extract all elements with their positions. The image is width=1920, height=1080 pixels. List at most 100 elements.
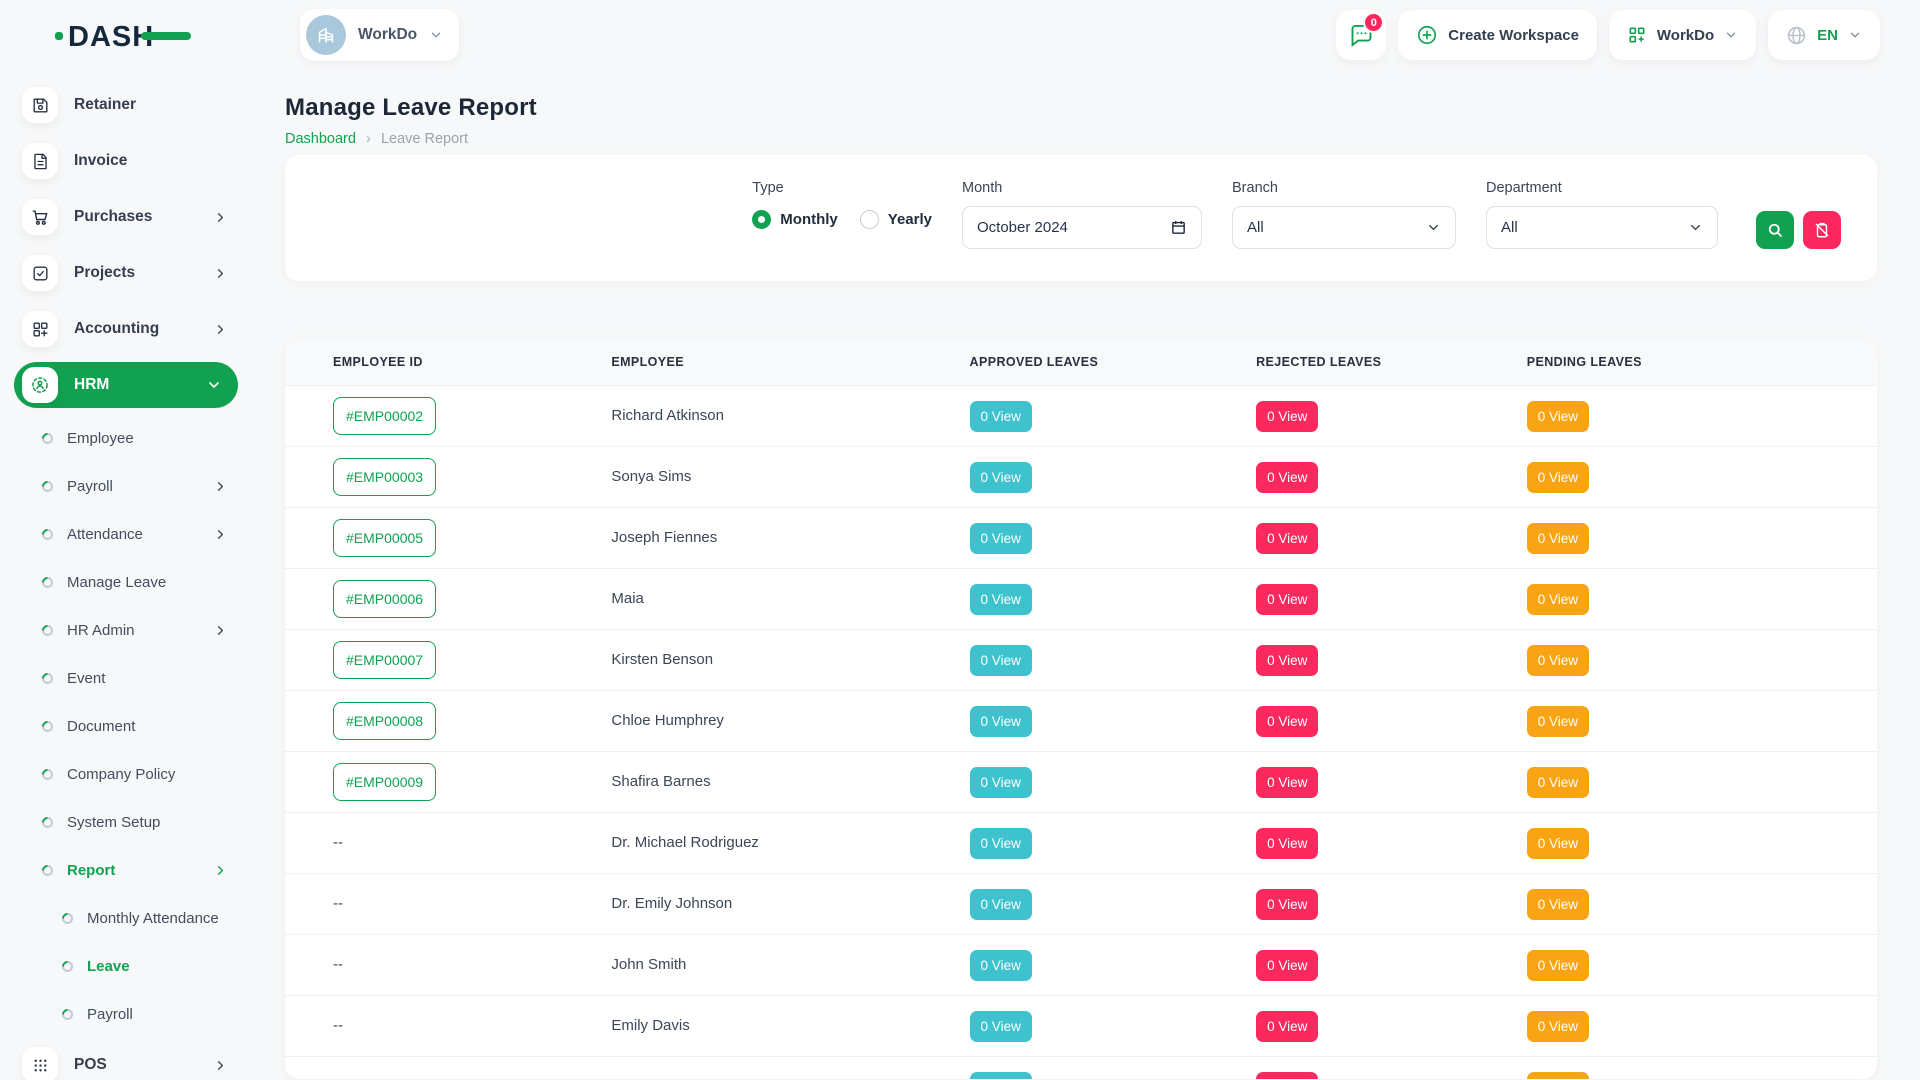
radio-unchecked-icon[interactable] [860, 210, 879, 229]
sidebar-item-projects[interactable]: Projects [22, 250, 230, 296]
sidebar-subitem-report[interactable]: Report [22, 850, 230, 890]
rejected-leaves-view-badge[interactable]: 0 View [1256, 1072, 1318, 1080]
reset-button[interactable] [1803, 211, 1841, 249]
approved-leaves-view-badge[interactable]: 0 View [970, 1011, 1032, 1042]
employee-id-cell: #EMP00006 [285, 580, 611, 618]
month-value: October 2024 [977, 219, 1170, 236]
sidebar-subitem-document[interactable]: Document [22, 706, 230, 746]
approved-leaves-view-badge[interactable]: 0 View [970, 462, 1032, 493]
sidebar-item-accounting[interactable]: Accounting [22, 306, 230, 352]
pending-leaves-view-badge[interactable]: 0 View [1527, 1072, 1589, 1080]
bullet-icon [40, 766, 56, 782]
employee-id-button[interactable]: #EMP00006 [333, 580, 436, 618]
rejected-leaves-view-badge[interactable]: 0 View [1256, 950, 1318, 981]
radio-yearly[interactable]: Yearly [860, 210, 932, 229]
topbar: DASH WorkDo 0 [0, 0, 1920, 70]
sidebar-item-invoice[interactable]: Invoice [22, 138, 230, 184]
radio-monthly[interactable]: Monthly [752, 210, 838, 229]
language-selector[interactable]: EN [1768, 10, 1880, 60]
sidebar-subitem-attendance[interactable]: Attendance [22, 514, 230, 554]
rejected-leaves-view-badge[interactable]: 0 View [1256, 584, 1318, 615]
sidebar-item-label: Retainer [74, 96, 230, 114]
rejected-leaves-view-badge[interactable]: 0 View [1256, 462, 1318, 493]
bullet-icon [40, 622, 56, 638]
rejected-leaves-view-badge[interactable]: 0 View [1256, 828, 1318, 859]
rejected-leaves-view-badge[interactable]: 0 View [1256, 767, 1318, 798]
sidebar-subitem-hr-admin[interactable]: HR Admin [22, 610, 230, 650]
employee-id-button[interactable]: #EMP00002 [333, 397, 436, 435]
approved-leaves-view-badge[interactable]: 0 View [970, 1072, 1032, 1080]
workdo-menu-button[interactable]: WorkDo [1609, 10, 1756, 60]
department-label: Department [1486, 180, 1718, 196]
sidebar-item-hrm[interactable]: HRM [14, 362, 238, 408]
pending-leaves-view-badge[interactable]: 0 View [1527, 767, 1589, 798]
pending-leaves-view-badge[interactable]: 0 View [1527, 645, 1589, 676]
sidebar-subitem-leave[interactable]: Leave [22, 946, 230, 986]
messages-button[interactable]: 0 [1336, 10, 1386, 60]
department-select[interactable]: All [1486, 206, 1718, 249]
calendar-icon[interactable] [1170, 219, 1187, 236]
sidebar-subitem-event[interactable]: Event [22, 658, 230, 698]
search-button[interactable] [1756, 211, 1794, 249]
approved-leaves-view-badge[interactable]: 0 View [970, 828, 1032, 859]
branch-select[interactable]: All [1232, 206, 1456, 249]
approved-leaves-view-badge[interactable]: 0 View [970, 706, 1032, 737]
pending-leaves-view-badge[interactable]: 0 View [1527, 706, 1589, 737]
employee-id-button[interactable]: #EMP00008 [333, 702, 436, 740]
employee-id-cell: -- [285, 956, 611, 974]
radio-checked-icon[interactable] [752, 210, 771, 229]
bullet-icon [40, 574, 56, 590]
approved-leaves-view-badge[interactable]: 0 View [970, 950, 1032, 981]
employee-name: Joseph Fiennes [611, 529, 717, 546]
sidebar-subitem-manage-leave[interactable]: Manage Leave [22, 562, 230, 602]
leave-report-table: EMPLOYEE ID EMPLOYEE APPROVED LEAVES REJ… [285, 339, 1877, 1079]
approved-leaves-view-badge[interactable]: 0 View [970, 767, 1032, 798]
employee-id-button[interactable]: #EMP00005 [333, 519, 436, 557]
rejected-leaves-view-badge[interactable]: 0 View [1256, 523, 1318, 554]
radio-yearly-label: Yearly [888, 211, 932, 228]
approved-leaves-view-badge[interactable]: 0 View [970, 584, 1032, 615]
sidebar-subitem-label: Attendance [67, 526, 213, 543]
pending-leaves-view-badge[interactable]: 0 View [1527, 889, 1589, 920]
pending-leaves-view-badge[interactable]: 0 View [1527, 462, 1589, 493]
sidebar-subitem-employee[interactable]: Employee [22, 418, 230, 458]
rejected-leaves-view-badge[interactable]: 0 View [1256, 645, 1318, 676]
approved-leaves-view-badge[interactable]: 0 View [970, 523, 1032, 554]
sidebar-subitem-payroll[interactable]: Payroll [22, 994, 230, 1034]
sidebar-subitem-system-setup[interactable]: System Setup [22, 802, 230, 842]
pending-leaves-view-badge[interactable]: 0 View [1527, 401, 1589, 432]
bullet-icon [40, 862, 56, 878]
pending-leaves-view-badge[interactable]: 0 View [1527, 1011, 1589, 1042]
cart-icon [22, 199, 58, 235]
bullet-icon [40, 670, 56, 686]
approved-leaves-view-badge[interactable]: 0 View [970, 889, 1032, 920]
create-workspace-button[interactable]: Create Workspace [1398, 10, 1597, 60]
employee-id-button[interactable]: #EMP00009 [333, 763, 436, 801]
employee-name-cell: Maia [611, 590, 969, 608]
approved-leaves-view-badge[interactable]: 0 View [970, 401, 1032, 432]
month-input[interactable]: October 2024 [962, 206, 1202, 249]
sidebar-subitem-label: Document [67, 718, 230, 735]
rejected-leaves-view-badge[interactable]: 0 View [1256, 1011, 1318, 1042]
pending-leaves-view-badge[interactable]: 0 View [1527, 584, 1589, 615]
employee-name: Dr. Emily Johnson [611, 895, 732, 912]
sidebar-item-purchases[interactable]: Purchases [22, 194, 230, 240]
sidebar-subitem-monthly-attendance[interactable]: Monthly Attendance [22, 898, 230, 938]
sidebar-subitem-payroll[interactable]: Payroll [22, 466, 230, 506]
pos-grid-icon [22, 1047, 58, 1080]
sidebar-subitem-company-policy[interactable]: Company Policy [22, 754, 230, 794]
rejected-leaves-view-badge[interactable]: 0 View [1256, 401, 1318, 432]
employee-id-button[interactable]: #EMP00003 [333, 458, 436, 496]
approved-leaves-view-badge[interactable]: 0 View [970, 645, 1032, 676]
pending-leaves-view-badge[interactable]: 0 View [1527, 950, 1589, 981]
pending-leaves-view-badge[interactable]: 0 View [1527, 828, 1589, 859]
rejected-leaves-view-badge[interactable]: 0 View [1256, 889, 1318, 920]
breadcrumb-dashboard-link[interactable]: Dashboard [285, 131, 356, 147]
workspace-selector[interactable]: WorkDo [300, 9, 459, 61]
sidebar-item-retainer[interactable]: Retainer [22, 82, 230, 128]
sidebar-item-pos[interactable]: POS [22, 1042, 230, 1080]
pending-leaves-view-badge[interactable]: 0 View [1527, 523, 1589, 554]
rejected-leaves-view-badge[interactable]: 0 View [1256, 706, 1318, 737]
employee-id-button[interactable]: #EMP00007 [333, 641, 436, 679]
breadcrumb-current: Leave Report [381, 131, 468, 147]
